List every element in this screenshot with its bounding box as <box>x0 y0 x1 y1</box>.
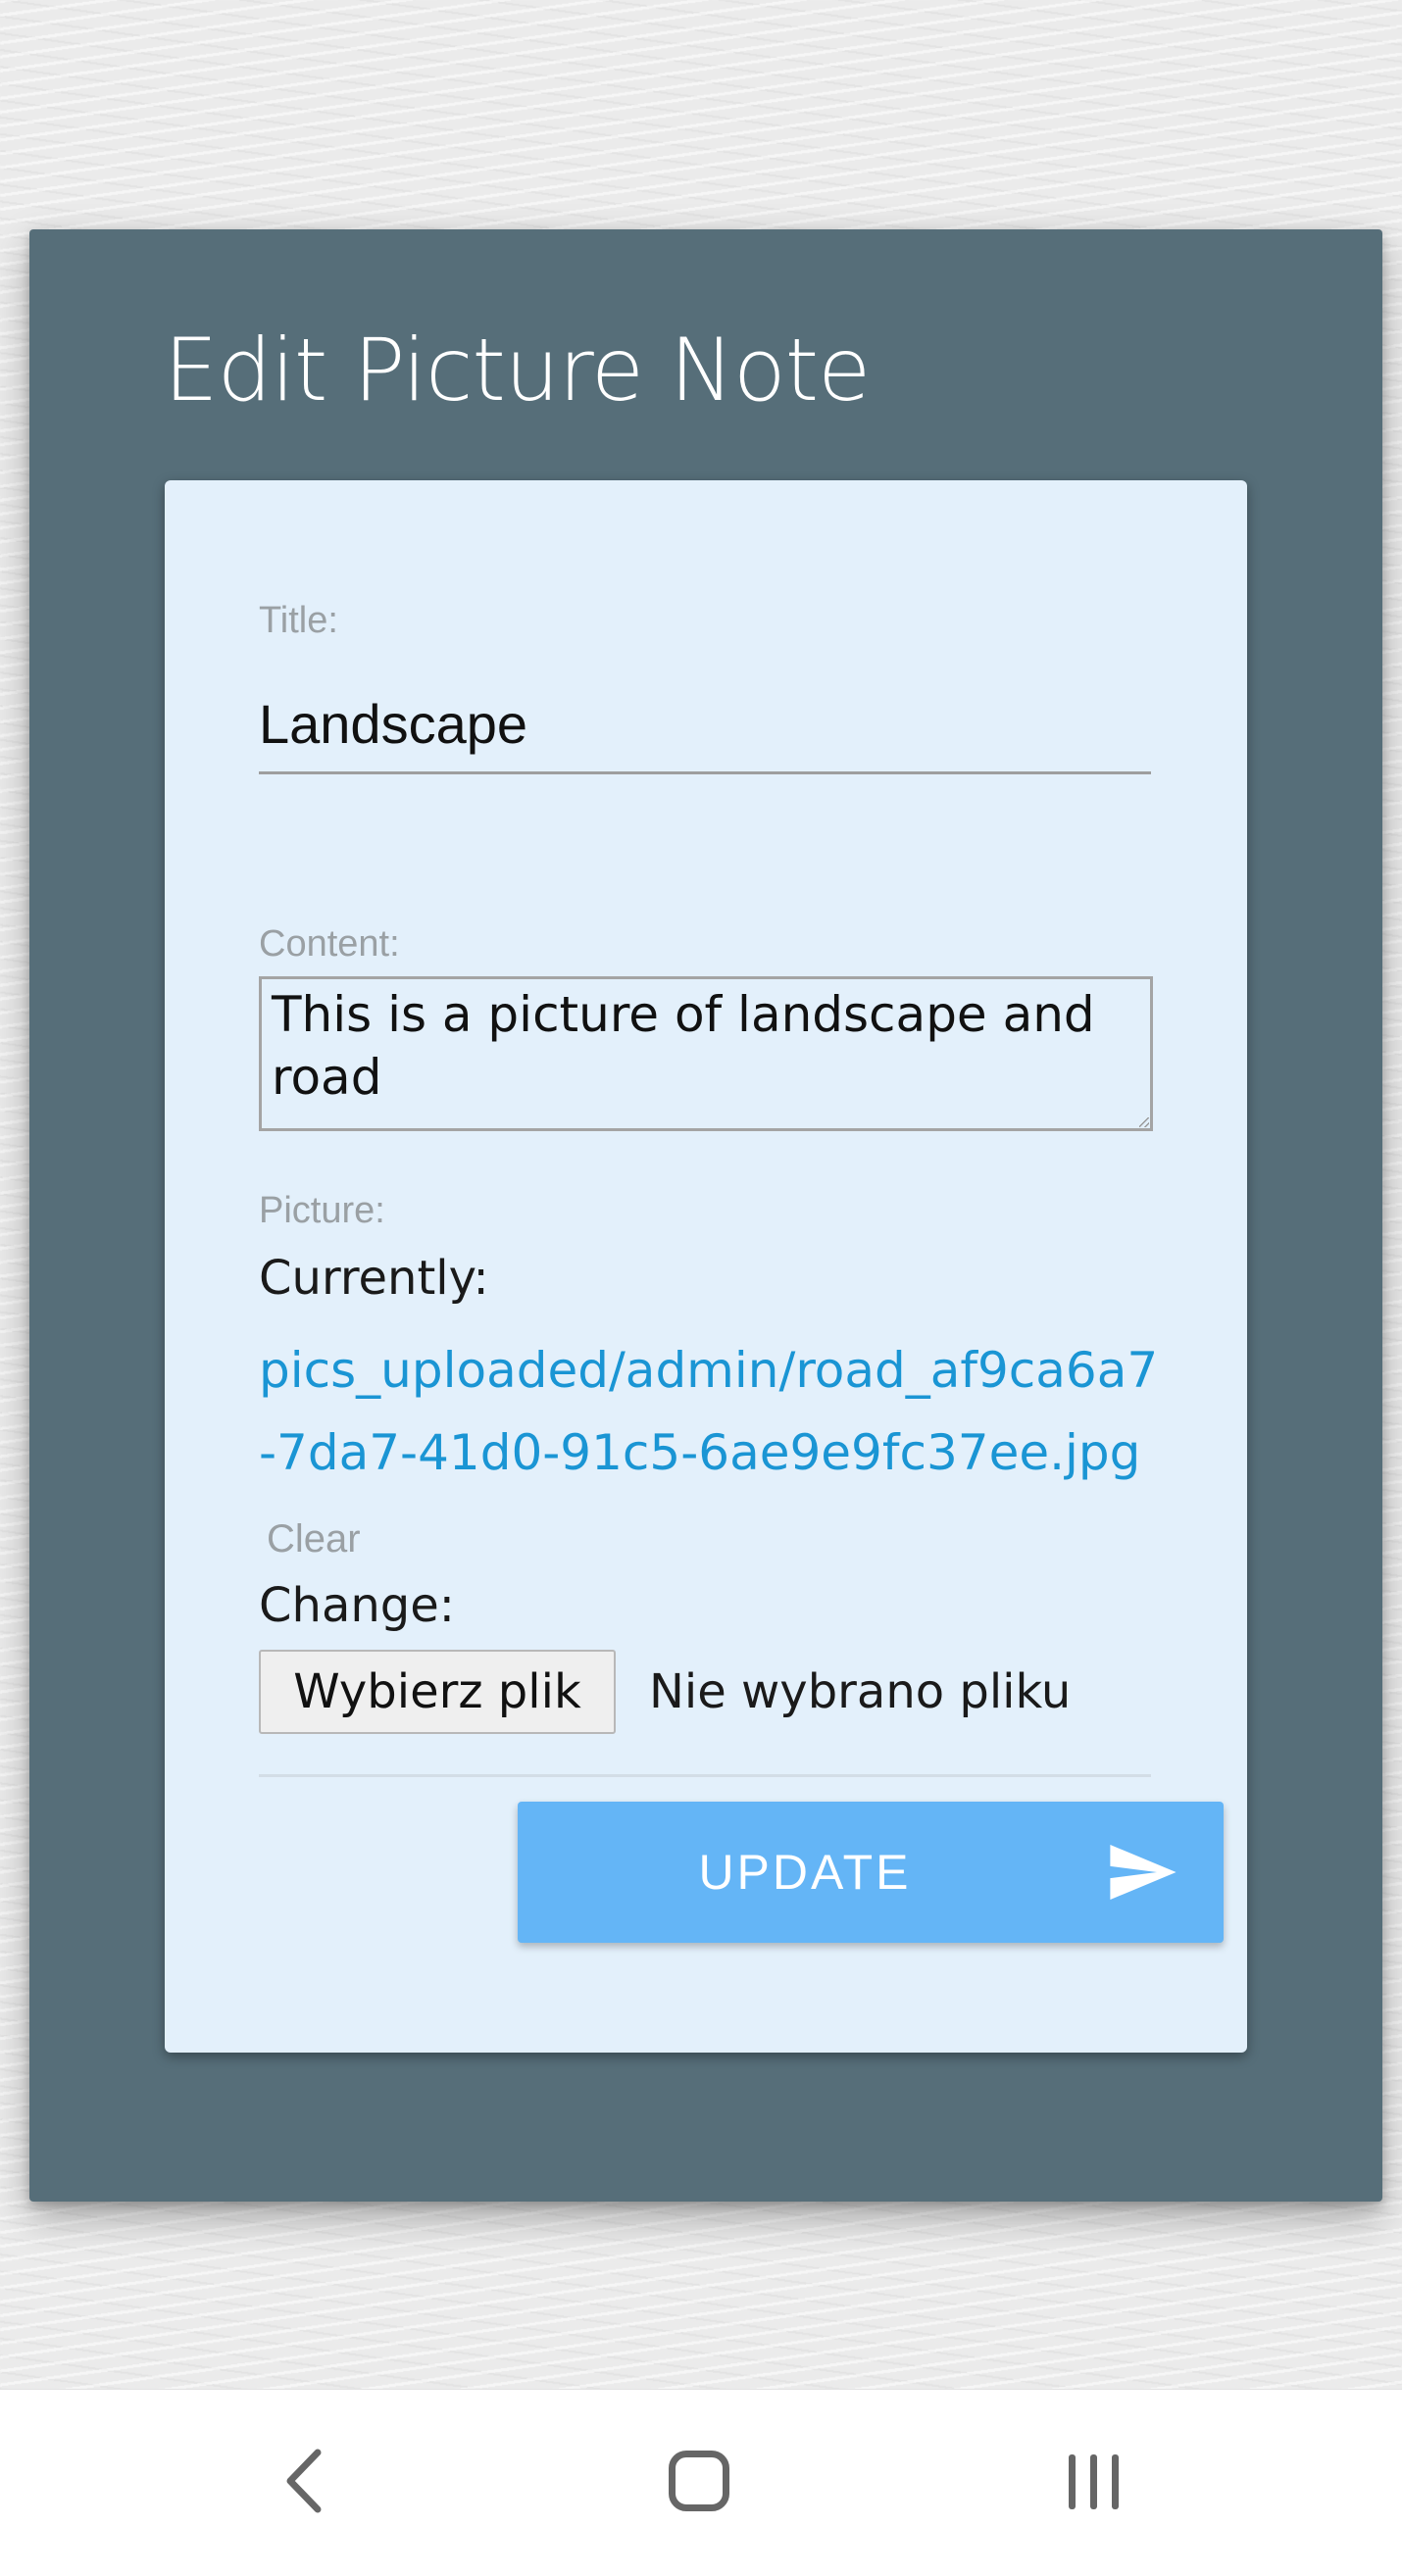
home-icon[interactable] <box>669 2451 729 2511</box>
textarea-resize-handle[interactable] <box>1139 1117 1149 1127</box>
choose-file-button[interactable]: Wybierz plik <box>259 1650 616 1734</box>
page-title: Edit Picture Note <box>164 320 871 421</box>
title-input[interactable] <box>259 676 1151 774</box>
content-label: Content: <box>259 923 400 965</box>
edit-note-form: Title: Content: This is a picture of lan… <box>165 480 1247 2053</box>
form-divider <box>259 1774 1151 1777</box>
picture-label: Picture: <box>259 1190 385 1231</box>
update-button-label: UPDATE <box>698 1845 912 1900</box>
currently-label: Currently: <box>259 1251 489 1306</box>
update-button[interactable]: UPDATE <box>518 1802 1224 1943</box>
back-icon[interactable] <box>284 2449 324 2513</box>
title-label: Title: <box>259 600 338 641</box>
recents-icon[interactable] <box>1067 2454 1122 2509</box>
edit-note-panel: Edit Picture Note Title: Content: This i… <box>29 229 1382 2202</box>
current-file-link[interactable]: pics_uploaded/admin/road_af9ca6a7-7da7-4… <box>259 1342 1158 1481</box>
system-navigation-bar <box>0 2389 1402 2576</box>
change-label: Change: <box>259 1578 455 1633</box>
send-icon <box>1110 1845 1177 1900</box>
no-file-selected-text: Nie wybrano pliku <box>649 1664 1072 1719</box>
content-textarea[interactable]: This is a picture of landscape and road <box>259 976 1153 1131</box>
current-file-row: pics_uploaded/admin/road_af9ca6a7-7da7-4… <box>259 1329 1161 1580</box>
clear-label[interactable]: Clear <box>267 1517 361 1560</box>
